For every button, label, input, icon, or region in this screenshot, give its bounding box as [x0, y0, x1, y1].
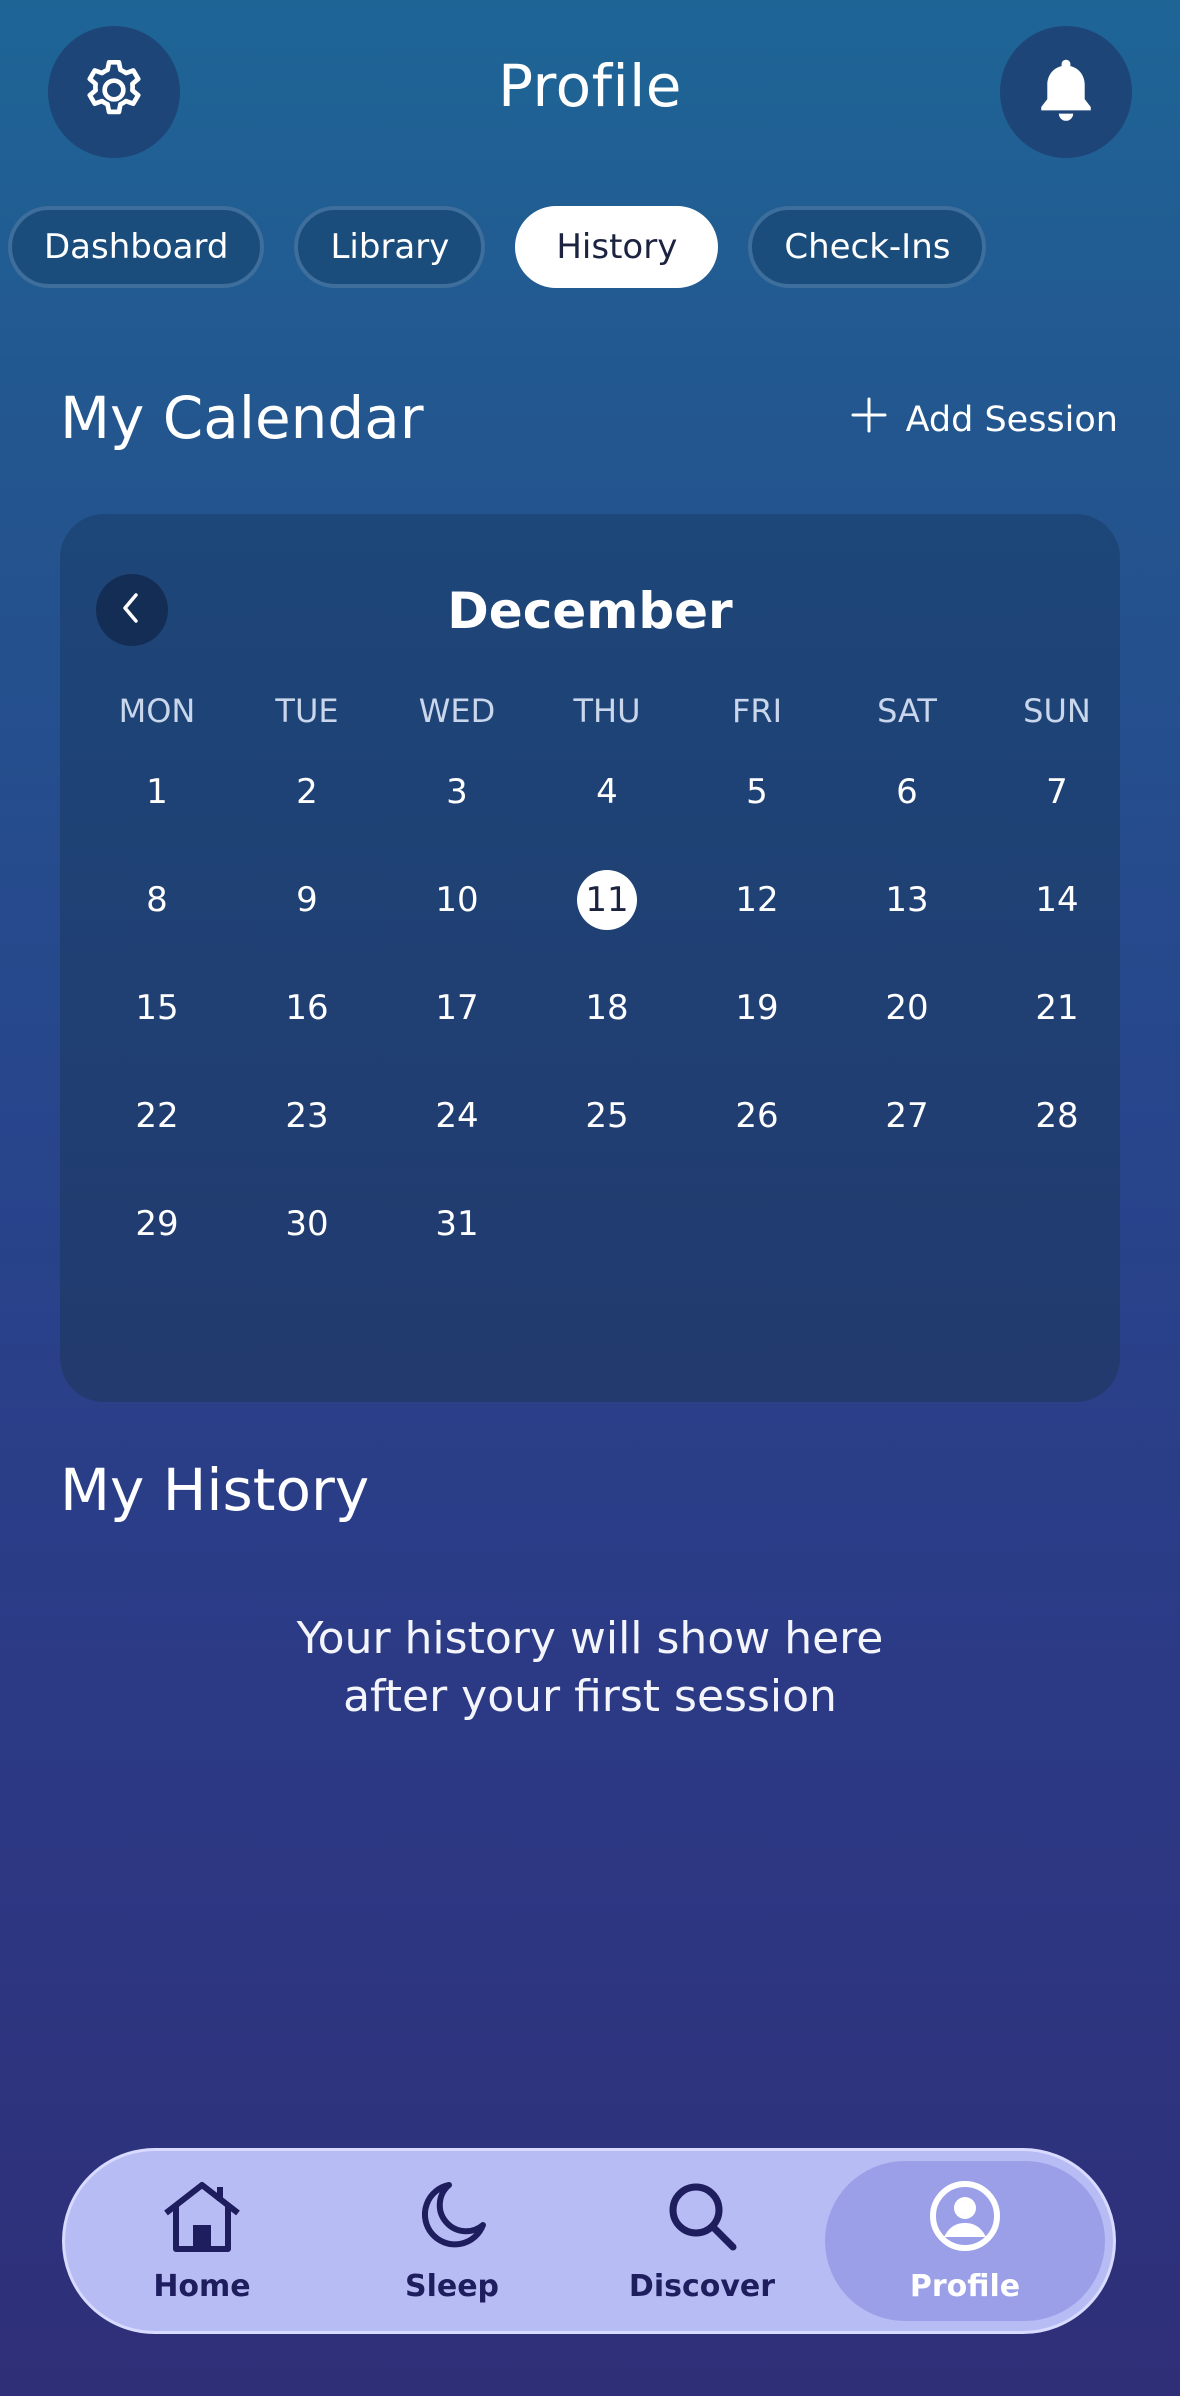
weekday-label: TUE: [275, 692, 339, 730]
calendar-day-empty: [532, 1194, 682, 1254]
calendar-day[interactable]: 3: [382, 762, 532, 822]
history-section-title: My History: [60, 1456, 370, 1524]
tab-history[interactable]: History: [515, 206, 719, 288]
plus-icon: [850, 396, 888, 443]
weekday-label: THU: [573, 692, 641, 730]
tab-library[interactable]: Library: [294, 206, 486, 288]
calendar-day[interactable]: 25: [532, 1086, 682, 1146]
calendar-day[interactable]: 9: [232, 870, 382, 930]
calendar-day[interactable]: 6: [832, 762, 982, 822]
tab-check-ins[interactable]: Check-Ins: [748, 206, 987, 288]
calendar-day[interactable]: 16: [232, 978, 382, 1038]
weekday-label: SAT: [877, 692, 937, 730]
bell-icon: [1033, 54, 1099, 130]
calendar-day[interactable]: 23: [232, 1086, 382, 1146]
weekday-label: MON: [118, 692, 196, 730]
calendar-day[interactable]: 28: [982, 1086, 1132, 1146]
user-avatar-icon: [928, 2179, 1002, 2261]
calendar-day[interactable]: 18: [532, 978, 682, 1038]
nav-discover[interactable]: Discover: [577, 2161, 827, 2321]
nav-sleep-label: Sleep: [404, 2268, 500, 2304]
empty-message-line: Your history will show here: [296, 1613, 884, 1664]
search-icon: [665, 2179, 739, 2261]
calendar-day[interactable]: 5: [682, 762, 832, 822]
calendar-day-empty: [832, 1194, 982, 1254]
calendar-day-empty: [682, 1194, 832, 1254]
weekday-label: SUN: [1023, 692, 1091, 730]
moon-icon: [415, 2179, 489, 2261]
calendar-week: 1 2 3 4 5 6 7: [82, 762, 1132, 822]
calendar-day[interactable]: 26: [682, 1086, 832, 1146]
calendar-day[interactable]: 24: [382, 1086, 532, 1146]
calendar-day[interactable]: 31: [382, 1194, 532, 1254]
calendar-day[interactable]: 20: [832, 978, 982, 1038]
calendar-week: 29 30 31: [82, 1194, 1132, 1254]
empty-message-line: after your first session: [343, 1671, 837, 1722]
calendar-week: 8 9 10 11 12 13 14: [82, 870, 1132, 930]
calendar-day[interactable]: 10: [382, 870, 532, 930]
calendar-day-empty: [982, 1194, 1132, 1254]
nav-home-label: Home: [153, 2268, 251, 2304]
weekday-label: WED: [418, 692, 496, 730]
calendar-day[interactable]: 21: [982, 978, 1132, 1038]
calendar-day[interactable]: 30: [232, 1194, 382, 1254]
calendar-day[interactable]: 8: [82, 870, 232, 930]
nav-home[interactable]: Home: [77, 2161, 327, 2321]
add-session-button[interactable]: Add Session: [850, 396, 1118, 443]
calendar-day[interactable]: 27: [832, 1086, 982, 1146]
tab-dashboard[interactable]: Dashboard: [8, 206, 265, 288]
calendar-day[interactable]: 15: [82, 978, 232, 1038]
calendar-day[interactable]: 4: [532, 762, 682, 822]
calendar-day[interactable]: 22: [82, 1086, 232, 1146]
calendar-day[interactable]: 29: [82, 1194, 232, 1254]
calendar-day[interactable]: 2: [232, 762, 382, 822]
nav-profile[interactable]: Profile: [825, 2161, 1105, 2321]
calendar-section-title: My Calendar: [60, 384, 424, 452]
calendar-day[interactable]: 14: [982, 870, 1132, 930]
notifications-button[interactable]: [1000, 26, 1132, 158]
month-label: December: [447, 582, 733, 640]
weekday-header: MON TUE WED THU FRI SAT SUN: [82, 692, 1132, 730]
history-empty-message: Your history will show here after your f…: [0, 1610, 1180, 1726]
calendar-week: 15 16 17 18 19 20 21: [82, 978, 1132, 1038]
calendar-day[interactable]: 19: [682, 978, 832, 1038]
home-icon: [160, 2179, 244, 2261]
calendar-week: 22 23 24 25 26 27 28: [82, 1086, 1132, 1146]
calendar-day[interactable]: 7: [982, 762, 1132, 822]
calendar-day[interactable]: 17: [382, 978, 532, 1038]
calendar-day-selected[interactable]: 11: [532, 870, 682, 930]
tab-bar: Dashboard Library History Check-Ins: [8, 206, 987, 288]
calendar-day[interactable]: 1: [82, 762, 232, 822]
bottom-nav: Home Sleep Discover Profile: [62, 2148, 1116, 2334]
add-session-label: Add Session: [905, 399, 1118, 440]
calendar-day[interactable]: 13: [832, 870, 982, 930]
calendar-card: December MON TUE WED THU FRI SAT SUN 1 2…: [60, 514, 1120, 1402]
nav-profile-label: Profile: [909, 2268, 1021, 2304]
weekday-label: FRI: [731, 692, 783, 730]
nav-discover-label: Discover: [628, 2268, 776, 2304]
nav-sleep[interactable]: Sleep: [327, 2161, 577, 2321]
calendar-day[interactable]: 12: [682, 870, 832, 930]
